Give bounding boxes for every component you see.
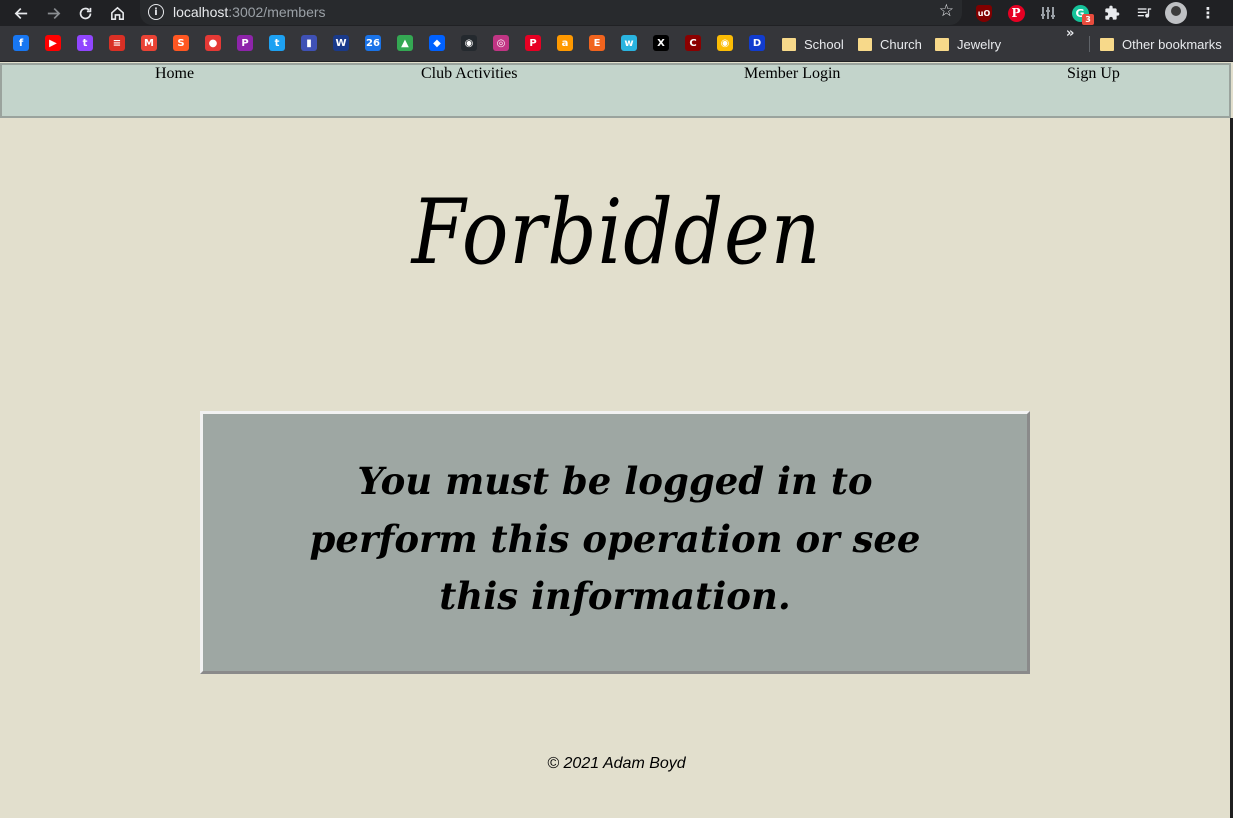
site-info-icon[interactable]: i <box>148 4 164 20</box>
bookmark-folder-jewelry[interactable]: Jewelry <box>935 26 1001 62</box>
error-message-box: You must be logged in to perform this op… <box>200 411 1030 674</box>
github-icon[interactable]: ◉ <box>461 35 477 51</box>
ublock-label: uO <box>976 4 992 22</box>
facebook-icon[interactable]: f <box>13 35 29 51</box>
weather-channel-icon[interactable]: W <box>333 35 349 51</box>
url-host: localhost <box>173 4 229 20</box>
bookmark-folder-label: Jewelry <box>957 36 1002 52</box>
gift-icon[interactable]: ▮ <box>301 35 317 51</box>
folder-icon <box>935 37 949 51</box>
pinterest-icon[interactable]: P <box>525 35 541 51</box>
footer-copyright: © 2021 Adam Boyd <box>547 755 686 772</box>
instagram-icon[interactable]: ◎ <box>493 35 509 51</box>
amazon-icon[interactable]: a <box>557 35 573 51</box>
twitter-icon[interactable]: t <box>269 35 285 51</box>
folder-icon <box>782 37 796 51</box>
bookmarks-divider <box>1089 36 1090 52</box>
other-bookmarks-folder[interactable]: Other bookmarks <box>1100 26 1222 62</box>
tomato-icon[interactable]: ● <box>205 35 221 51</box>
browser-menu-icon[interactable]: ⋮ <box>1199 3 1217 23</box>
puzzle-extensions-icon[interactable] <box>1102 3 1122 23</box>
bookmarks-bar: » Other bookmarks f ▶ t ≡ M S ● Pt ▮ W 26 ▲ ◆ ◉ ◎ Pa Ew X… <box>0 26 1233 62</box>
c-logo-icon[interactable]: C <box>685 35 701 51</box>
home-icon[interactable] <box>104 0 130 26</box>
reload-icon[interactable] <box>72 0 98 26</box>
twitch-icon[interactable]: t <box>77 35 93 51</box>
bookmark-folder-label: School <box>804 36 844 52</box>
x-icon[interactable]: X <box>653 35 669 51</box>
news-icon[interactable]: ≡ <box>109 35 125 51</box>
forward-arrow-icon[interactable] <box>40 0 66 26</box>
etsy-icon[interactable]: E <box>589 35 605 51</box>
flag-icon[interactable]: P <box>237 35 253 51</box>
ublock-extension-icon[interactable]: uO <box>974 3 994 23</box>
extension-badge: 3 <box>1082 14 1094 25</box>
drive-icon[interactable]: ▲ <box>397 35 413 51</box>
url-text[interactable]: localhost:3002/members <box>173 4 326 20</box>
disney-icon[interactable]: D <box>749 35 765 51</box>
gmail-icon[interactable]: M <box>141 35 157 51</box>
page-title: Forbidden <box>411 180 822 285</box>
bookmark-star-icon[interactable]: ☆ <box>939 1 954 21</box>
wix-icon[interactable]: w <box>621 35 637 51</box>
youtube-icon[interactable]: ▶ <box>45 35 61 51</box>
bookmark-folder-church[interactable]: Church <box>858 26 922 62</box>
nav-member-login-link[interactable]: Member Login <box>744 65 840 116</box>
folder-icon <box>1100 37 1114 51</box>
strawpoll-icon[interactable]: S <box>173 35 189 51</box>
bookmarks-overflow-icon[interactable]: » <box>1066 26 1074 62</box>
bookmark-folder-school[interactable]: School <box>782 26 844 62</box>
nav-home-link[interactable]: Home <box>155 65 194 116</box>
site-navigation: Home Club Activities Member Login Sign U… <box>0 63 1231 118</box>
dropbox-icon[interactable]: ◆ <box>429 35 445 51</box>
address-bar[interactable]: i localhost:3002/members ☆ <box>140 0 962 25</box>
nav-sign-up-link[interactable]: Sign Up <box>1067 65 1120 116</box>
calendar-icon[interactable]: 26 <box>365 35 381 51</box>
grammarly-extension-icon[interactable]: G 3 <box>1070 3 1094 25</box>
folder-icon <box>858 37 872 51</box>
equalizer-extension-icon[interactable] <box>1038 3 1058 23</box>
bookmark-folder-label: Church <box>880 36 922 52</box>
back-arrow-icon[interactable] <box>8 0 34 26</box>
nav-club-activities-link[interactable]: Club Activities <box>421 65 517 116</box>
error-message-text: You must be logged in to perform this op… <box>309 459 921 619</box>
url-path: :3002/members <box>228 4 326 20</box>
other-bookmarks-label: Other bookmarks <box>1122 36 1222 52</box>
profile-avatar[interactable] <box>1165 2 1187 24</box>
reading-list-icon[interactable] <box>1134 3 1154 23</box>
chrome-icon[interactable]: ◉ <box>717 35 733 51</box>
pinterest-label: P <box>1007 4 1025 22</box>
pinterest-extension-icon[interactable]: P <box>1006 3 1026 23</box>
browser-toolbar: i localhost:3002/members ☆ uO P G 3 ⋮ <box>0 0 1233 26</box>
